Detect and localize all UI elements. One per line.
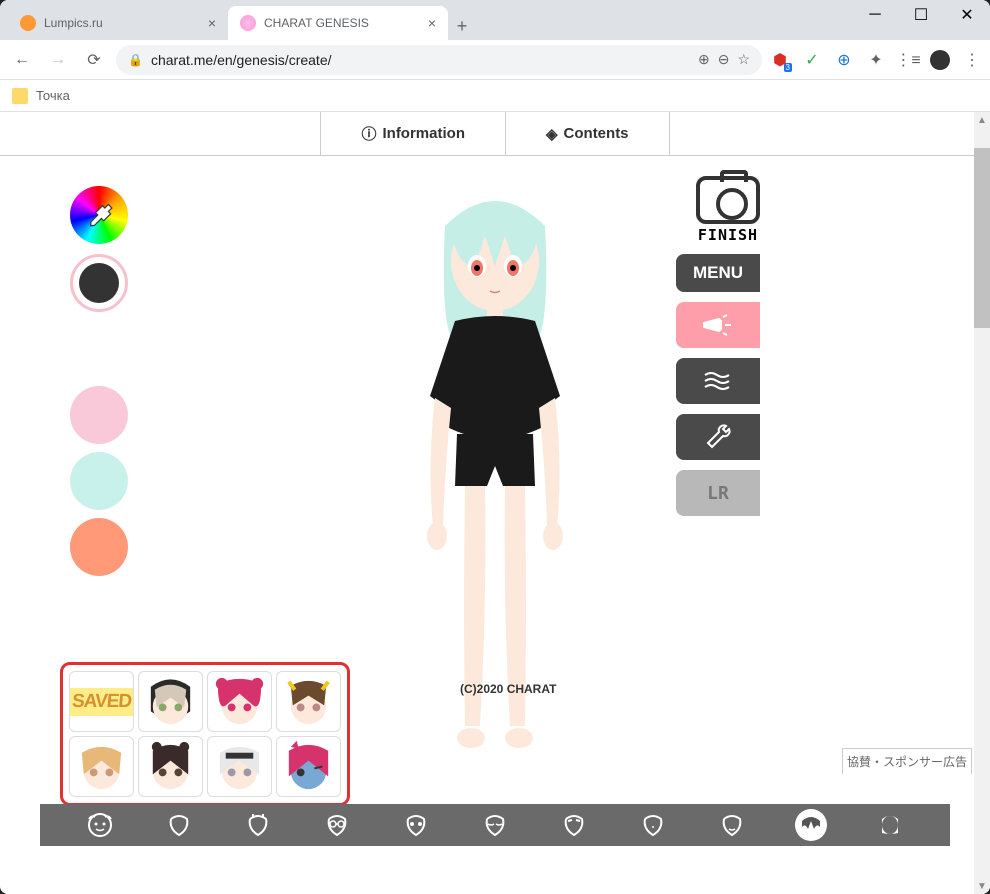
lock-icon: 🔒 bbox=[128, 53, 143, 67]
page-content: ⓘ Information ◈ Contents bbox=[0, 112, 990, 894]
ad-label: 協賛・スポンサー広告 bbox=[842, 748, 972, 774]
ext-check-icon[interactable]: ✓ bbox=[802, 50, 822, 70]
browser-window: Lumpics.ru × CHARAT GENESIS × + ─ ☐ ✕ ← … bbox=[0, 0, 990, 894]
tab-label: Information bbox=[382, 125, 465, 142]
cat-hair-back-icon[interactable] bbox=[874, 809, 906, 841]
cat-outline2-icon[interactable] bbox=[242, 809, 274, 841]
palette-swatch-1[interactable] bbox=[70, 386, 128, 444]
tool-wrench-button[interactable] bbox=[676, 414, 760, 460]
tab-lumpics[interactable]: Lumpics.ru × bbox=[8, 6, 228, 40]
bookmark-star-icon[interactable]: ☆ bbox=[737, 51, 750, 68]
cat-glasses-icon[interactable] bbox=[321, 809, 353, 841]
folder-icon bbox=[12, 88, 28, 104]
tab-strip: Lumpics.ru × CHARAT GENESIS × + bbox=[8, 0, 476, 40]
zoom-icon[interactable]: ⊖ bbox=[718, 51, 730, 68]
eyedropper-icon bbox=[85, 201, 113, 229]
palette bbox=[70, 386, 128, 576]
preset-4[interactable] bbox=[276, 671, 341, 732]
color-inner bbox=[79, 263, 119, 303]
category-bar bbox=[40, 804, 950, 846]
gem-icon: ◈ bbox=[546, 125, 558, 143]
url-text: charat.me/en/genesis/create/ bbox=[151, 52, 690, 68]
right-tools: FINISH MENU LR bbox=[676, 176, 760, 516]
ext-list-icon[interactable]: ⋮≡ bbox=[898, 50, 918, 70]
cat-mouth-icon[interactable] bbox=[716, 809, 748, 841]
address-bar[interactable]: 🔒 charat.me/en/genesis/create/ ⊕ ⊖ ☆ bbox=[116, 45, 762, 75]
extensions-icon[interactable]: ✦ bbox=[866, 50, 886, 70]
palette-swatch-2[interactable] bbox=[70, 452, 128, 510]
minimize-button[interactable]: ─ bbox=[852, 0, 898, 30]
preset-5[interactable] bbox=[69, 736, 134, 797]
cat-eyes-icon[interactable] bbox=[400, 809, 432, 841]
lr-label: LR bbox=[707, 483, 729, 504]
scroll-down-icon[interactable]: ▼ bbox=[974, 878, 990, 894]
preset-2[interactable] bbox=[138, 671, 203, 732]
saved-label: SAVED bbox=[69, 688, 134, 716]
tab-label: CHARAT GENESIS bbox=[264, 16, 369, 30]
info-icon: ⓘ bbox=[361, 123, 376, 144]
close-icon[interactable]: × bbox=[208, 15, 216, 31]
preset-3[interactable] bbox=[207, 671, 272, 732]
close-icon[interactable]: × bbox=[428, 15, 436, 31]
favicon-lumpics bbox=[20, 15, 36, 31]
favicon-charat bbox=[240, 15, 256, 31]
window-controls: ─ ☐ ✕ bbox=[852, 0, 990, 30]
cat-closed-icon[interactable] bbox=[479, 809, 511, 841]
back-button[interactable]: ← bbox=[8, 46, 36, 74]
bookmarks-bar: Точка bbox=[0, 80, 990, 112]
zoom-in-icon[interactable]: ⊕ bbox=[698, 51, 710, 68]
cat-brows-icon[interactable] bbox=[558, 809, 590, 841]
browser-toolbar: ← → ⟳ 🔒 charat.me/en/genesis/create/ ⊕ ⊖… bbox=[0, 40, 990, 80]
preset-8[interactable] bbox=[276, 736, 341, 797]
cat-face-icon[interactable] bbox=[84, 809, 116, 841]
camera-icon bbox=[696, 176, 760, 224]
scroll-thumb[interactable] bbox=[974, 148, 990, 328]
menu-icon[interactable]: ⋮ bbox=[962, 50, 982, 70]
preset-6[interactable] bbox=[138, 736, 203, 797]
ext-globe-icon[interactable]: ⊕ bbox=[834, 50, 854, 70]
preset-panel: SAVED bbox=[60, 662, 350, 806]
forward-button[interactable]: → bbox=[44, 46, 72, 74]
current-color-button[interactable] bbox=[70, 254, 128, 312]
titlebar: Lumpics.ru × CHARAT GENESIS × + ─ ☐ ✕ bbox=[0, 0, 990, 40]
ext-adblock-icon[interactable]: ⬢3 bbox=[770, 50, 790, 70]
page-viewport: ⓘ Information ◈ Contents bbox=[0, 112, 990, 894]
finish-button[interactable]: FINISH bbox=[696, 176, 760, 244]
bookmark-label[interactable]: Точка bbox=[36, 88, 70, 103]
tab-information[interactable]: ⓘ Information bbox=[320, 112, 506, 155]
character-preview bbox=[385, 166, 605, 771]
cat-hair-front-icon[interactable] bbox=[795, 809, 827, 841]
cat-nose-icon[interactable] bbox=[637, 809, 669, 841]
wrench-icon bbox=[704, 423, 732, 451]
extensions: ⬢3 ✓ ⊕ ✦ ⋮≡ ⋮ bbox=[770, 50, 982, 70]
color-tools bbox=[70, 186, 128, 312]
flashlight-icon bbox=[701, 313, 735, 337]
maximize-button[interactable]: ☐ bbox=[898, 0, 944, 30]
tab-contents[interactable]: ◈ Contents bbox=[506, 112, 670, 155]
tab-label: Lumpics.ru bbox=[44, 16, 103, 30]
cat-outline1-icon[interactable] bbox=[163, 809, 195, 841]
palette-swatch-3[interactable] bbox=[70, 518, 128, 576]
tab-charat[interactable]: CHARAT GENESIS × bbox=[228, 6, 448, 40]
finish-label: FINISH bbox=[696, 226, 760, 244]
color-wheel-button[interactable] bbox=[70, 186, 128, 244]
close-button[interactable]: ✕ bbox=[944, 0, 990, 30]
tool-flashlight-button[interactable] bbox=[676, 302, 760, 348]
app-tabs: ⓘ Information ◈ Contents bbox=[0, 112, 990, 156]
tab-label: Contents bbox=[564, 125, 629, 142]
scroll-up-icon[interactable]: ▲ bbox=[974, 112, 990, 128]
ext-badge: 3 bbox=[784, 63, 792, 72]
pattern-icon bbox=[703, 369, 733, 393]
preset-saved[interactable]: SAVED bbox=[69, 671, 134, 732]
preset-7[interactable] bbox=[207, 736, 272, 797]
copyright-text: (C)2020 CHARAT bbox=[460, 682, 556, 696]
menu-button[interactable]: MENU bbox=[676, 254, 760, 292]
profile-avatar[interactable] bbox=[930, 50, 950, 70]
tool-lr-button[interactable]: LR bbox=[676, 470, 760, 516]
new-tab-button[interactable]: + bbox=[448, 12, 476, 40]
vertical-scrollbar[interactable]: ▲ ▼ bbox=[974, 112, 990, 894]
tool-pattern-button[interactable] bbox=[676, 358, 760, 404]
reload-button[interactable]: ⟳ bbox=[80, 46, 108, 74]
